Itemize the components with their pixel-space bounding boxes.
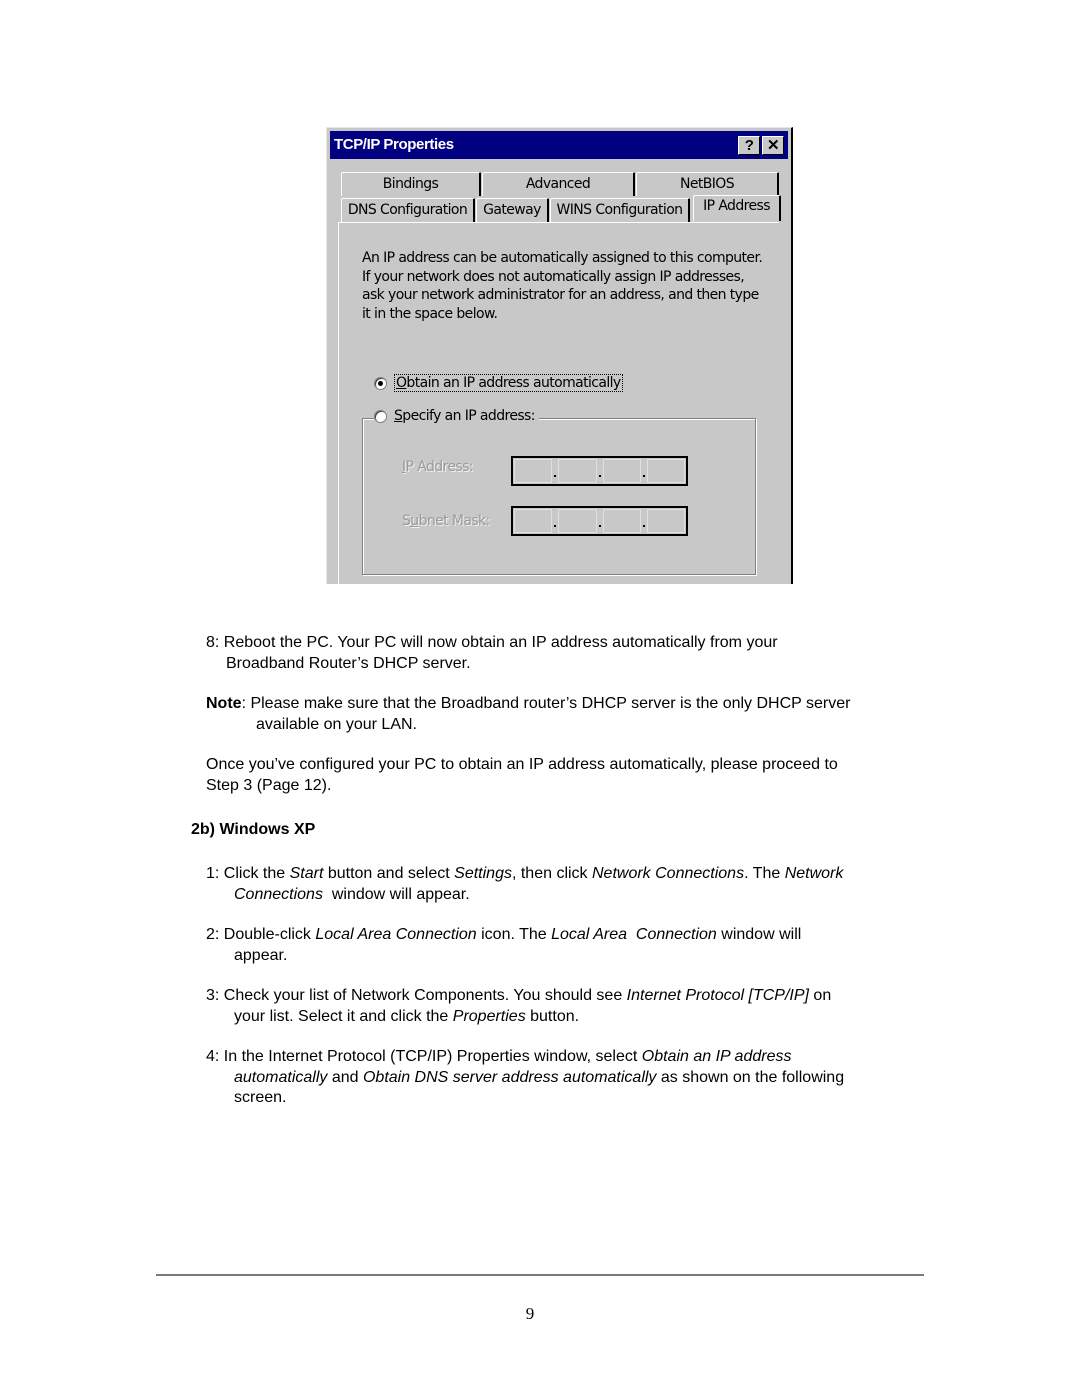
title-bar: TCP/IP Properties ? ✕ bbox=[330, 131, 788, 159]
dialog-title: TCP/IP Properties bbox=[334, 136, 454, 153]
radio-unchecked-icon[interactable] bbox=[374, 409, 387, 423]
ip-octet-4[interactable] bbox=[646, 459, 685, 483]
mask-octet-4[interactable] bbox=[646, 509, 685, 533]
tab-gateway[interactable]: Gateway bbox=[476, 198, 549, 222]
xp-step-4: 4: In the Internet Protocol (TCP/IP) Pro… bbox=[206, 1048, 845, 1106]
ip-description: An IP address can be automatically assig… bbox=[362, 250, 763, 322]
tcpip-properties-dialog: TCP/IP Properties ? ✕ Bindings Advanced … bbox=[326, 127, 793, 585]
ip-octet-1[interactable] bbox=[514, 459, 553, 483]
tab-wins-configuration[interactable]: WINS Configuration bbox=[550, 198, 690, 222]
xp-step-3: 3: Check your list of Network Components… bbox=[206, 987, 832, 1025]
subnet-mask-label: Subnet Mask: bbox=[402, 513, 490, 529]
ip-octet-2[interactable] bbox=[558, 459, 597, 483]
mask-octet-2[interactable] bbox=[558, 509, 597, 533]
footer-rule bbox=[156, 1274, 924, 1276]
subnet-mask-input[interactable] bbox=[511, 506, 688, 536]
radio-obtain-ip-automatically[interactable]: Obtain an IP address automatically bbox=[374, 374, 623, 392]
page-number: 9 bbox=[525, 1304, 535, 1323]
section-heading: 2b) Windows XP bbox=[191, 821, 316, 838]
ip-octet-3[interactable] bbox=[602, 459, 641, 483]
mask-octet-3[interactable] bbox=[602, 509, 641, 533]
step-8: 8: Reboot the PC. Your PC will now obtai… bbox=[206, 634, 778, 672]
tab-netbios[interactable]: NetBIOS bbox=[636, 172, 779, 196]
help-icon[interactable]: ? bbox=[738, 136, 760, 155]
note: Note: Please make sure that the Broadban… bbox=[206, 695, 851, 733]
ip-address-input[interactable] bbox=[511, 456, 688, 486]
xp-step-2: 2: Double-click Local Area Connection ic… bbox=[206, 926, 802, 964]
note-label: Note bbox=[206, 695, 242, 712]
xp-step-1: 1: Click the Start button and select Set… bbox=[206, 865, 844, 903]
tab-bindings[interactable]: Bindings bbox=[341, 172, 481, 196]
mask-octet-1[interactable] bbox=[514, 509, 553, 533]
radio-specify-ip[interactable]: Specify an IP address: bbox=[374, 408, 539, 424]
radio-checked-icon[interactable] bbox=[374, 376, 387, 390]
proceed-paragraph: Once you’ve configured your PC to obtain… bbox=[206, 756, 838, 794]
tab-advanced[interactable]: Advanced bbox=[482, 172, 635, 196]
ip-address-label: IP Address: bbox=[402, 459, 474, 475]
tab-dns-configuration[interactable]: DNS Configuration bbox=[341, 198, 475, 222]
tab-ip-address[interactable]: IP Address bbox=[693, 195, 781, 221]
close-icon[interactable]: ✕ bbox=[762, 136, 784, 155]
specify-ip-groupbox bbox=[362, 418, 756, 575]
